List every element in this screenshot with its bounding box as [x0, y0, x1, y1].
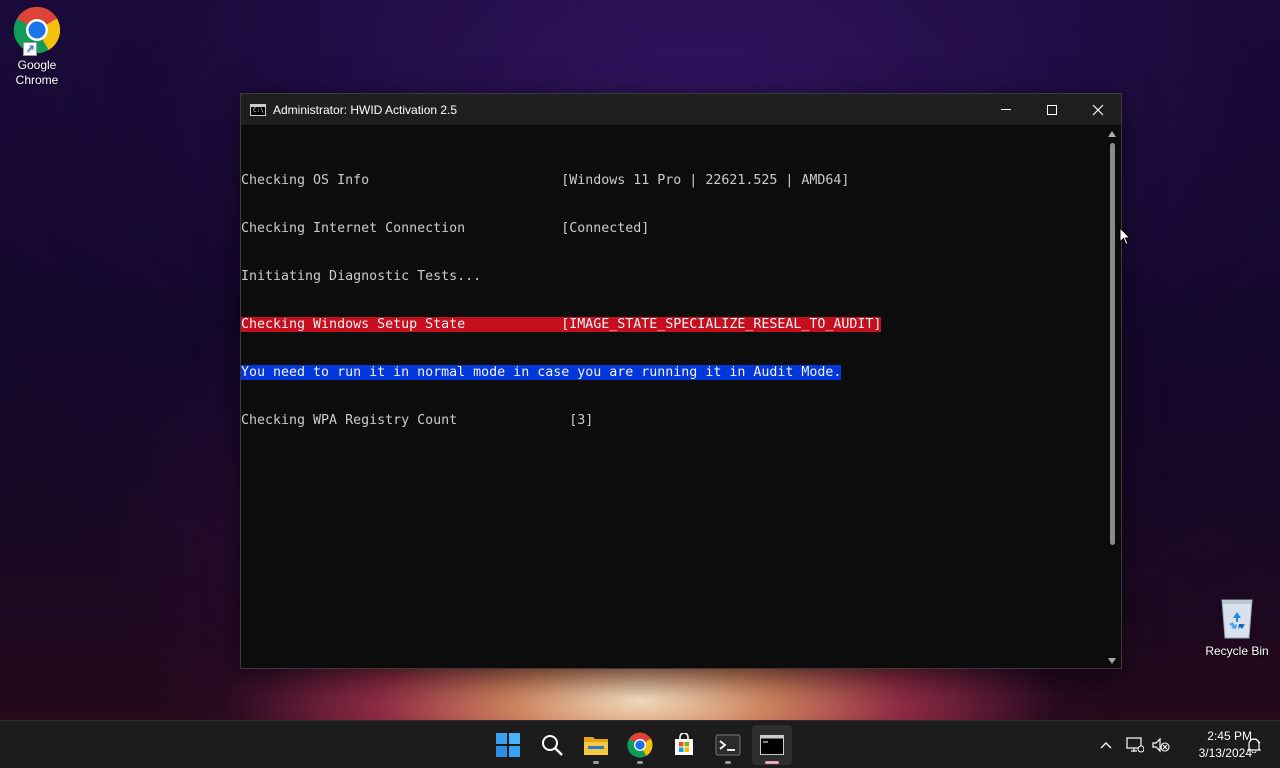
search-button[interactable] [532, 725, 572, 765]
chevron-up-icon [1100, 742, 1112, 749]
desktop-icon-label: Google Chrome [15, 58, 59, 87]
console-line: Checking WPA Registry Count [3] [241, 413, 594, 428]
taskbar-chrome[interactable] [620, 725, 660, 765]
close-button[interactable] [1075, 94, 1121, 125]
vertical-scrollbar[interactable] [1104, 125, 1121, 668]
shortcut-arrow-icon: ↗ [23, 42, 37, 56]
desktop-icon-label: Recycle Bin [1205, 644, 1269, 658]
chrome-icon: ↗ [13, 6, 61, 56]
scroll-up-arrow-icon[interactable] [1108, 131, 1116, 137]
volume-button[interactable] [1150, 721, 1172, 768]
taskbar-store[interactable] [664, 725, 704, 765]
taskbar-clock[interactable]: 2:45 PM 3/13/2024 [1176, 728, 1252, 762]
console-line: Checking Internet Connection [Connected] [241, 221, 650, 236]
desktop-icon-recycle-bin[interactable]: Recycle Bin [1201, 596, 1273, 659]
taskbar-terminal[interactable] [708, 725, 748, 765]
clock-time: 2:45 PM [1207, 729, 1252, 743]
console-line-info: You need to run it in normal mode in cas… [241, 365, 842, 380]
chrome-icon [627, 732, 653, 758]
cmd-app-icon: C:\ [250, 103, 266, 116]
scroll-thumb[interactable] [1110, 143, 1115, 545]
taskbar-command-prompt[interactable] [752, 725, 792, 765]
cmd-window: C:\ Administrator: HWID Activation 2.5 C… [240, 93, 1122, 669]
console-line-error: Checking Windows Setup State [IMAGE_STAT… [241, 317, 882, 332]
console-line: Initiating Diagnostic Tests... [241, 269, 482, 284]
close-icon [1092, 104, 1104, 115]
minimize-icon [1001, 109, 1011, 110]
notification-bell-icon [1247, 738, 1261, 753]
minimize-button[interactable] [983, 94, 1029, 125]
windows-logo-icon [496, 733, 520, 757]
desktop-icon-google-chrome[interactable]: ↗ Google Chrome [1, 6, 73, 88]
cmd-icon [760, 735, 784, 755]
store-icon [675, 733, 693, 755]
start-button[interactable] [488, 725, 528, 765]
maximize-icon [1047, 104, 1057, 115]
taskbar-file-explorer[interactable] [576, 725, 616, 765]
scroll-down-arrow-icon[interactable] [1108, 658, 1116, 664]
show-hidden-icons-button[interactable] [1096, 721, 1116, 768]
network-button[interactable] [1124, 721, 1146, 768]
recycle-bin-icon [1217, 596, 1257, 640]
console-line: Checking OS Info [Windows 11 Pro | 22621… [241, 173, 850, 188]
network-icon [1126, 737, 1144, 753]
clock-date: 3/13/2024 [1198, 746, 1252, 760]
notifications-button[interactable] [1244, 721, 1264, 768]
volume-muted-icon [1152, 737, 1170, 753]
title-bar[interactable]: C:\ Administrator: HWID Activation 2.5 [241, 94, 1121, 125]
search-icon [542, 735, 563, 756]
folder-icon [584, 737, 608, 755]
taskbar: 2:45 PM 3/13/2024 [0, 720, 1280, 768]
console-output[interactable]: Checking OS Info [Windows 11 Pro | 22621… [241, 125, 1121, 668]
maximize-button[interactable] [1029, 94, 1075, 125]
window-title: Administrator: HWID Activation 2.5 [273, 102, 458, 117]
terminal-icon [715, 734, 741, 756]
